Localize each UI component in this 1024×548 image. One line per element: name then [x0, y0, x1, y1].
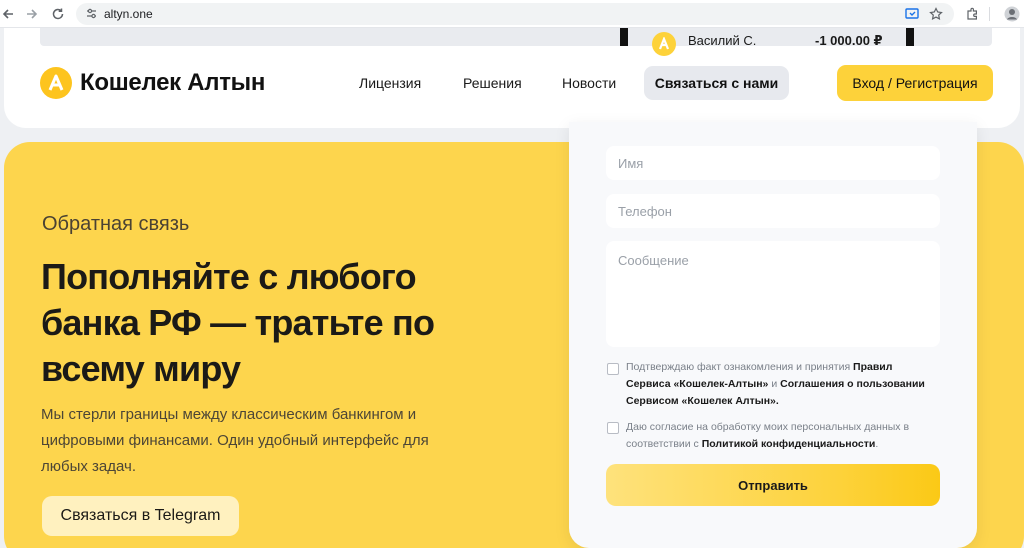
contact-us-button[interactable]: Связаться с нами — [644, 66, 789, 100]
name-input[interactable]: Имя — [606, 146, 940, 180]
promo-avatar-icon — [652, 32, 676, 56]
telegram-contact-button[interactable]: Связаться в Telegram — [42, 496, 239, 536]
address-bar[interactable]: altyn.one — [76, 3, 954, 25]
url-text: altyn.one — [104, 7, 153, 21]
nav-link-license[interactable]: Лицензия — [359, 75, 421, 91]
terms-consent-text: Подтверждаю факт ознакомления и принятия… — [626, 359, 936, 410]
extensions-icon[interactable] — [962, 4, 982, 24]
privacy-consent-text: Даю согласие на обработку моих персональ… — [626, 419, 936, 453]
consent-text: . — [875, 438, 879, 450]
cast-icon[interactable] — [902, 4, 922, 24]
logo-icon[interactable] — [40, 67, 72, 99]
toolbar-divider — [989, 7, 990, 21]
profile-avatar-icon[interactable] — [1002, 4, 1022, 24]
consent-text: Подтверждаю факт ознакомления и принятия — [626, 361, 854, 373]
nav-link-solutions[interactable]: Решения — [463, 75, 522, 91]
site-settings-icon[interactable] — [85, 7, 98, 25]
message-textarea[interactable]: Сообщение — [606, 241, 940, 347]
phone-input[interactable]: Телефон — [606, 194, 940, 228]
bookmark-star-icon[interactable] — [926, 4, 946, 24]
privacy-checkbox[interactable] — [607, 422, 619, 434]
privacy-policy-link[interactable]: Политикой конфиденциальности — [702, 438, 876, 450]
promo-name: Василий С. — [688, 33, 757, 48]
nav-link-news[interactable]: Новости — [562, 75, 616, 91]
back-icon[interactable] — [0, 4, 18, 24]
hero-subtitle: Обратная связь — [42, 213, 190, 235]
promo-divider — [620, 28, 628, 46]
browser-toolbar: altyn.one — [0, 0, 1024, 28]
hero-description: Мы стерли границы между классическим бан… — [41, 406, 429, 475]
forward-icon[interactable] — [22, 4, 42, 24]
consent-text: и — [768, 378, 781, 390]
promo-divider — [906, 28, 914, 46]
hero-title: Пополняйте с любого банка РФ — тратьте п… — [41, 256, 435, 389]
login-register-button[interactable]: Вход / Регистрация — [837, 65, 993, 101]
logo-text[interactable]: Кошелек Алтын — [80, 69, 265, 97]
submit-button[interactable]: Отправить — [606, 464, 940, 506]
promo-amount: -1 000.00 ₽ — [815, 33, 883, 48]
reload-icon[interactable] — [48, 4, 68, 24]
terms-checkbox[interactable] — [607, 363, 619, 375]
